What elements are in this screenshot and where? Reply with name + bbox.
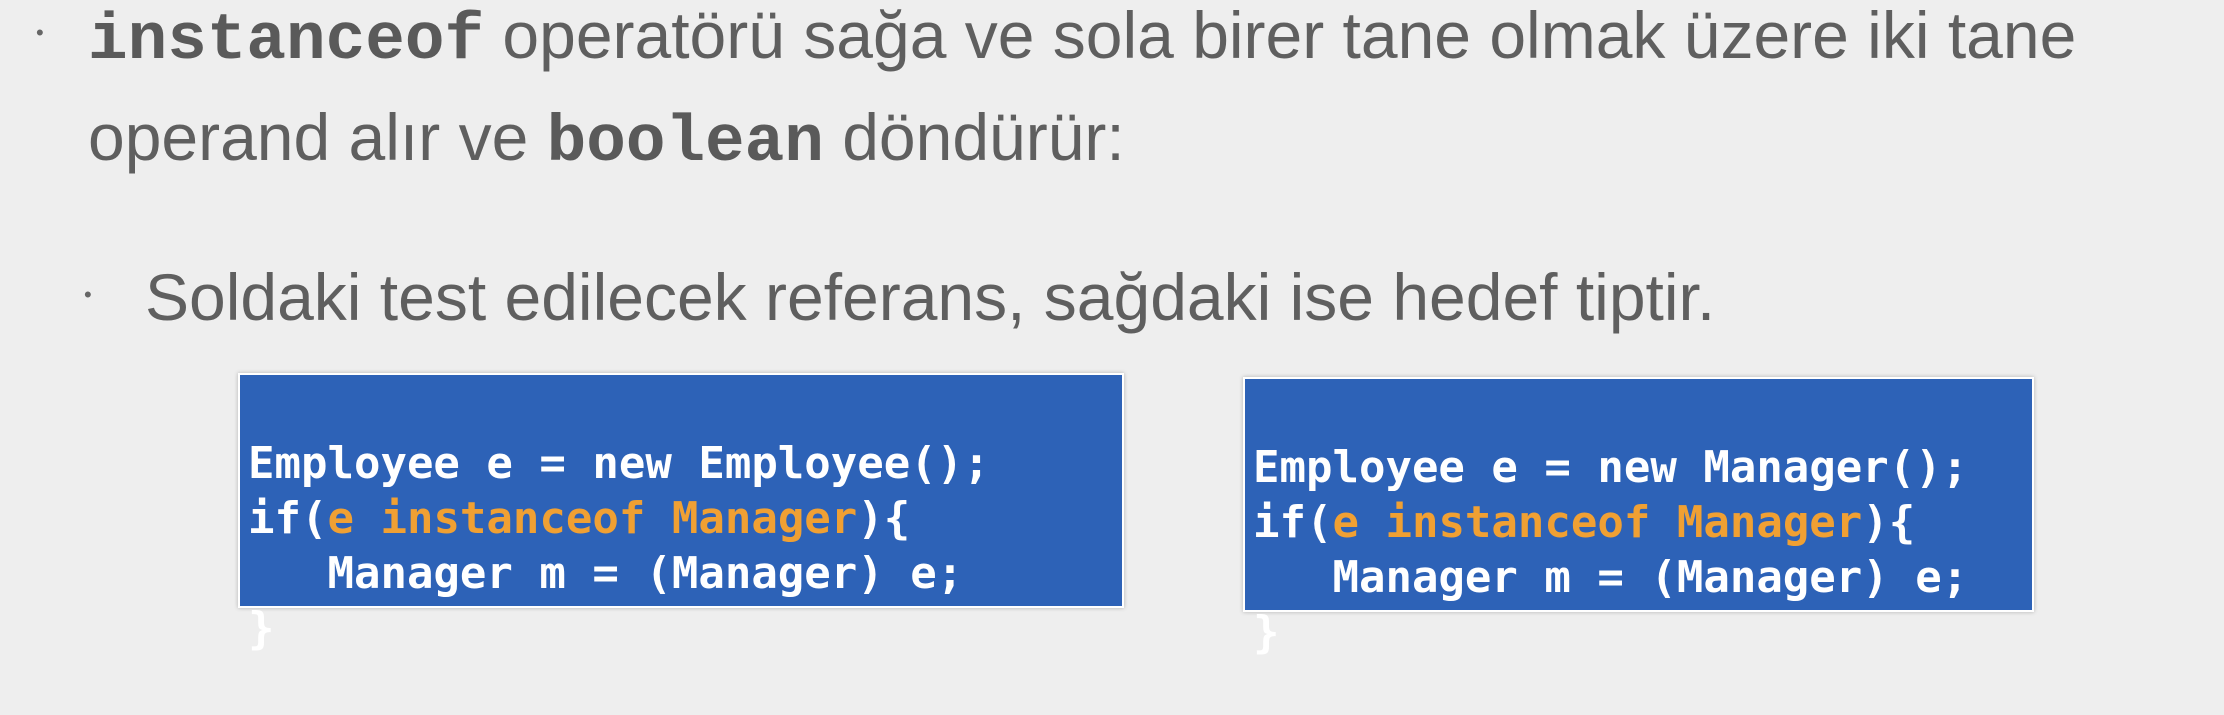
bullet2-text: Soldaki test edilecek referans, sağdaki … [145, 260, 1716, 334]
code-line: } [248, 603, 275, 654]
code-line: if(e instanceof Manager){ [1253, 495, 2024, 550]
code-line: if(e instanceof Manager){ [248, 491, 1114, 546]
code-example-left: Employee e = new Employee(); if(e instanc… [238, 373, 1124, 654]
code-example-right: Employee e = new Manager(); if(e instance… [1243, 377, 2034, 658]
instanceof-keyword: instanceof [88, 3, 485, 78]
code-token: ){ [1862, 497, 1916, 548]
code-token: ){ [857, 493, 911, 544]
bullet2-line: Soldaki test edilecek referans, sağdaki … [145, 264, 1715, 330]
code-highlight: e instanceof Manager [327, 493, 858, 544]
bullet-dot: • [84, 282, 92, 307]
bullet1-text-a: operatörü sağa ve sola birer tane olmak … [484, 0, 2077, 72]
code-line: Manager m = (Manager) e; [248, 548, 964, 599]
boolean-keyword: boolean [546, 105, 824, 180]
code-highlight: e instanceof Manager [1332, 497, 1863, 548]
code-token: if( [248, 493, 328, 544]
code-line: Manager m = (Manager) e; [1253, 552, 1969, 603]
code-line: Employee e = new Employee(); [248, 438, 990, 489]
bullet1-line1: instanceof operatörü sağa ve sola birer … [88, 2, 2076, 74]
bullet-dot: • [36, 20, 44, 45]
code-line: Employee e = new Manager(); [1253, 442, 1969, 493]
bullet1-text-c: döndürür: [823, 100, 1125, 174]
code-token: if( [1253, 497, 1333, 548]
code-line: } [1253, 607, 1280, 658]
bullet1-text-b: operand alır ve [88, 100, 547, 174]
bullet1-line2: operand alır ve boolean döndürür: [88, 104, 1125, 176]
